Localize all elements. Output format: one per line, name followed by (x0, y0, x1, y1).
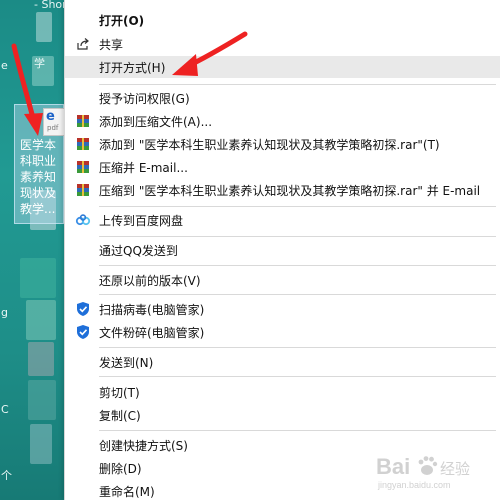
menu-item-compress-email[interactable]: 压缩并 E-mail... (65, 156, 500, 178)
menu-item-shred-file[interactable]: 文件粉碎(电脑管家) (65, 321, 500, 343)
winrar-icon (75, 113, 91, 129)
blurred-desktop-icon (20, 258, 56, 298)
selected-desktop-file[interactable]: e pdf 医学本科职业素养知现状及教学... (14, 104, 64, 224)
svg-text:经验: 经验 (440, 460, 470, 478)
svg-text:jingyan.baidu.com: jingyan.baidu.com (377, 480, 451, 490)
desktop-edge-text: e (1, 59, 8, 72)
winrar-icon (75, 159, 91, 175)
share-icon (75, 36, 91, 52)
tencent-pc-manager-icon (75, 324, 91, 340)
menu-separator (99, 265, 496, 266)
baidu-netdisk-icon (75, 212, 91, 228)
menu-item-grant-access[interactable]: 授予访问权限(G) (65, 87, 500, 109)
pdf-file-icon: e pdf (43, 108, 64, 136)
menu-separator (99, 294, 496, 295)
menu-item-cut[interactable]: 剪切(T) (65, 381, 500, 403)
menu-item-open-with[interactable]: 打开方式(H) (65, 56, 500, 78)
desktop-icon-label: - Shortcut 提升.rtf (34, 0, 64, 11)
menu-separator (99, 236, 496, 237)
desktop-edge-text: C (1, 403, 9, 416)
menu-item-add-to-archive[interactable]: 添加到压缩文件(A)... (65, 110, 500, 132)
context-menu: 打开(O) 共享 打开方式(H) 授予访问权限(G) 添加到压缩文件(A)...… (64, 0, 500, 500)
tencent-pc-manager-icon (75, 301, 91, 317)
menu-separator (99, 430, 496, 431)
menu-item-open[interactable]: 打开(O) (65, 9, 500, 31)
desktop-edge-text: g (1, 306, 8, 319)
menu-separator (99, 376, 496, 377)
menu-separator (99, 84, 496, 85)
blurred-desktop-icon (36, 12, 52, 42)
menu-item-upload-baidu[interactable]: 上传到百度网盘 (65, 209, 500, 231)
menu-item-copy[interactable]: 复制(C) (65, 404, 500, 426)
svg-text:Bai: Bai (376, 454, 410, 479)
menu-item-share[interactable]: 共享 (65, 33, 500, 55)
menu-item-restore-version[interactable]: 还原以前的版本(V) (65, 269, 500, 291)
blurred-desktop-icon (26, 300, 56, 340)
menu-item-scan-virus[interactable]: 扫描病毒(电脑管家) (65, 298, 500, 320)
menu-separator (99, 206, 496, 207)
file-name-label: 医学本科职业素养知现状及教学... (20, 138, 57, 216)
winrar-icon (75, 182, 91, 198)
blurred-desktop-icon (30, 424, 52, 464)
baidu-jingyan-watermark: Bai 经验 jingyan.baidu.com (374, 452, 486, 492)
blurred-desktop-icon (28, 380, 56, 420)
menu-item-send-qq[interactable]: 通过QQ发送到 (65, 239, 500, 261)
menu-item-compress-rar-email[interactable]: 压缩到 "医学本科生职业素养认知现状及其教学策略初探.rar" 并 E-mail (65, 179, 500, 201)
desktop-background: - Shortcut 提升.rtf e 学 g C 个 e pdf 医学本科职业… (0, 0, 64, 500)
menu-item-send-to[interactable]: 发送到(N) (65, 351, 500, 373)
desktop-edge-text: 个 (1, 469, 12, 482)
desktop-edge-text: 学 (34, 57, 45, 70)
menu-separator (99, 347, 496, 348)
winrar-icon (75, 136, 91, 152)
blurred-desktop-icon (28, 342, 54, 376)
menu-item-add-to-rar[interactable]: 添加到 "医学本科生职业素养认知现状及其教学策略初探.rar"(T) (65, 133, 500, 155)
